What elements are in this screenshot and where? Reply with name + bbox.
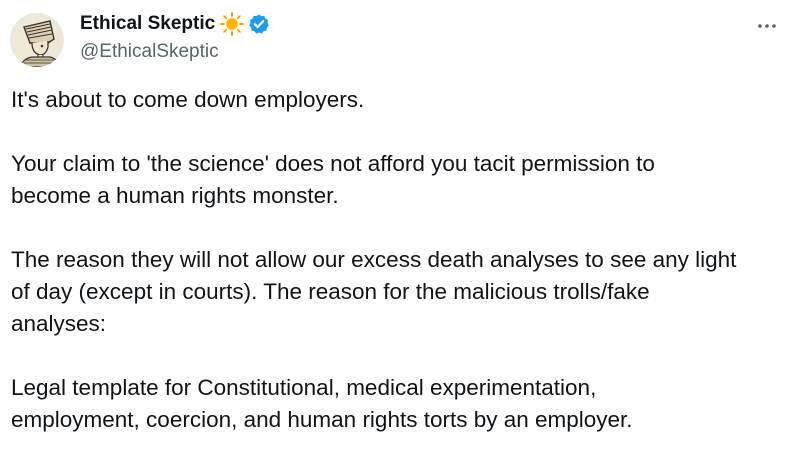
tweet-paragraph: Legal template for Constitutional, medic… bbox=[11, 375, 633, 432]
more-options-button[interactable] bbox=[753, 12, 781, 40]
pharaoh-sketch-avatar-icon bbox=[10, 13, 64, 67]
more-options-icon bbox=[758, 24, 776, 28]
avatar[interactable] bbox=[10, 13, 64, 67]
tweet-text: It's about to come down employers. Your … bbox=[11, 84, 781, 436]
sun-icon bbox=[219, 11, 245, 37]
verified-badge-icon[interactable] bbox=[248, 13, 270, 35]
author-name-row: Ethical Skeptic bbox=[80, 11, 270, 37]
tweet-paragraph: The reason they will not allow our exces… bbox=[11, 247, 737, 336]
tweet-paragraph: It's about to come down employers. bbox=[11, 87, 365, 112]
tweet-paragraph: Your claim to 'the science' does not aff… bbox=[11, 151, 655, 208]
author-display-name[interactable]: Ethical Skeptic bbox=[80, 13, 215, 35]
author-handle[interactable]: @EthicalSkeptic bbox=[80, 41, 219, 63]
